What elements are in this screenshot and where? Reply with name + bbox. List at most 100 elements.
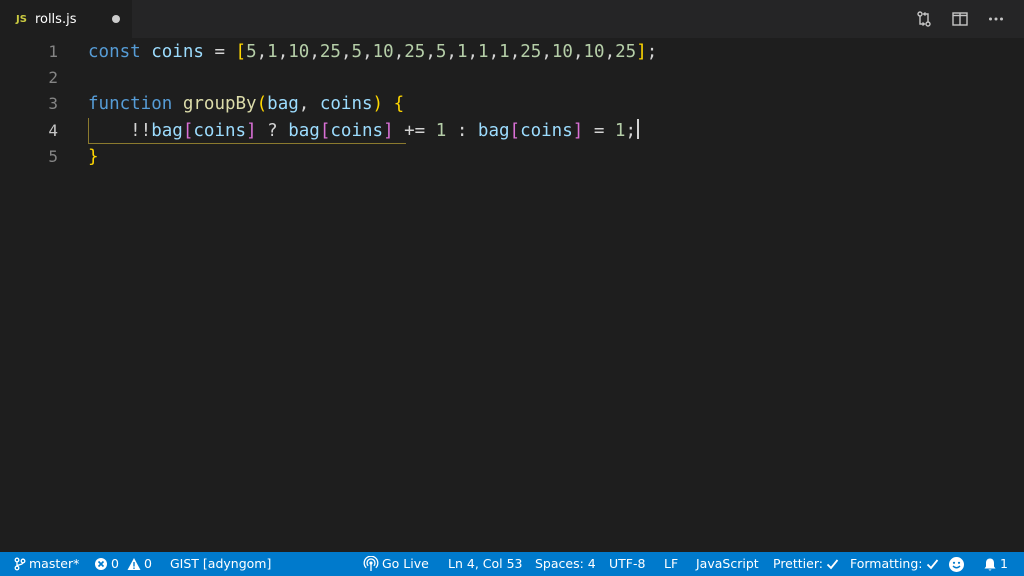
feedback-button[interactable]: [948, 552, 968, 576]
code-token: ]: [383, 121, 394, 141]
code-token: {: [393, 94, 405, 114]
code-token: ,: [256, 42, 268, 62]
indentation-item[interactable]: Spaces: 4: [535, 552, 596, 576]
prettier-label: Prettier:: [773, 556, 823, 571]
code-token: 25: [520, 42, 542, 62]
broadcast-icon: [363, 556, 379, 571]
gist-label: GIST [adyngom]: [170, 556, 272, 571]
warning-icon: [127, 558, 141, 570]
code-token: coins: [520, 121, 573, 141]
code-token: [: [509, 121, 521, 141]
code-token: !!: [88, 121, 152, 141]
encoding-item[interactable]: UTF-8: [609, 552, 645, 576]
line-number: 4: [48, 121, 58, 140]
go-live-item[interactable]: Go Live: [363, 552, 429, 576]
code-token: ,: [572, 42, 584, 62]
code-line[interactable]: 1 const coins = [5,1,10,25,5,10,25,5,1,1…: [0, 39, 1024, 65]
formatting-item[interactable]: Formatting:: [850, 552, 942, 576]
code-token: ]: [246, 121, 257, 141]
tab-rolls-js[interactable]: JS rolls.js: [0, 0, 132, 38]
code-token: ,: [446, 42, 457, 62]
cursor-position-label: Ln 4, Col 53: [448, 556, 523, 571]
code-token: 1: [478, 42, 489, 62]
unsaved-changes-dot-icon[interactable]: [112, 15, 120, 23]
go-live-label: Go Live: [382, 556, 429, 571]
split-editor-button[interactable]: [942, 0, 978, 38]
code-token: bag: [477, 121, 510, 141]
code-token: ]: [572, 121, 584, 141]
git-branch-icon: [14, 557, 26, 571]
cursor-position-item[interactable]: Ln 4, Col 53: [448, 552, 523, 576]
code-token: 10: [583, 42, 605, 62]
code-token: =: [203, 42, 236, 62]
warning-count: 0: [143, 556, 152, 571]
code-text[interactable]: const coins = [5,1,10,25,5,10,25,5,1,1,1…: [88, 39, 657, 65]
code-token: 25: [319, 42, 341, 62]
code-text[interactable]: !!bag[coins] ? bag[coins] += 1 : bag[coi…: [88, 118, 640, 144]
code-token: function: [88, 94, 173, 114]
problems-item[interactable]: 0 0: [94, 552, 152, 576]
language-mode-item[interactable]: JavaScript: [696, 552, 759, 576]
code-token: 1: [435, 121, 447, 141]
code-text[interactable]: }: [88, 144, 99, 170]
code-token: ;: [625, 121, 637, 141]
code-token: ;: [646, 42, 658, 62]
eol-label: LF: [664, 556, 679, 571]
line-number: 1: [48, 42, 58, 61]
code-token: ,: [393, 42, 405, 62]
error-icon: [95, 558, 107, 570]
code-token: bag: [267, 94, 299, 114]
open-changes-button[interactable]: [906, 0, 942, 38]
code-line[interactable]: 3 function groupBy(bag, coins) {: [0, 91, 1024, 117]
code-token: +=: [393, 121, 436, 141]
code-token: ): [372, 94, 384, 114]
ellipsis-icon: [989, 17, 1003, 21]
text-cursor: [637, 119, 640, 139]
notifications-item[interactable]: 1: [983, 552, 1008, 576]
code-token: ,: [298, 94, 320, 114]
code-text[interactable]: function groupBy(bag, coins) {: [88, 91, 404, 117]
code-token: ,: [509, 42, 521, 62]
code-token: ,: [467, 42, 479, 62]
gist-item[interactable]: GIST [adyngom]: [170, 552, 271, 576]
code-line-active[interactable]: 4 !!bag[coins] ? bag[coins] += 1 : bag[c…: [0, 118, 1024, 144]
branch-label: master*: [29, 556, 80, 571]
prettier-item[interactable]: Prettier:: [773, 552, 842, 576]
git-branch-item[interactable]: master*: [14, 552, 79, 576]
code-token: 5: [246, 42, 257, 62]
code-token: [: [182, 121, 194, 141]
error-count: 0: [111, 556, 119, 571]
code-token: 10: [551, 42, 573, 62]
code-token: }: [88, 147, 99, 167]
code-token: ,: [362, 42, 373, 62]
editor-actions: [906, 0, 1014, 38]
more-actions-button[interactable]: [978, 0, 1014, 38]
code-token: 25: [404, 42, 426, 62]
encoding-label: UTF-8: [609, 556, 646, 571]
code-token: (: [256, 94, 268, 114]
line-number: 2: [48, 68, 58, 87]
code-token: bag: [151, 121, 183, 141]
code-token: ,: [541, 42, 552, 62]
code-editor[interactable]: 1 const coins = [5,1,10,25,5,10,25,5,1,1…: [0, 38, 1024, 552]
code-token: ,: [340, 42, 352, 62]
code-token: :: [446, 121, 478, 141]
code-token: coins: [319, 94, 373, 114]
split-editor-icon: [952, 12, 968, 26]
code-token: 10: [288, 42, 310, 62]
code-token: groupBy: [182, 94, 257, 114]
code-token: 1: [267, 42, 278, 62]
indentation-label: Spaces: 4: [535, 556, 596, 571]
tab-bar: JS rolls.js: [0, 0, 1024, 38]
code-line[interactable]: 5 }: [0, 144, 1024, 170]
code-line[interactable]: 2: [0, 65, 1024, 91]
notification-count: 1: [1000, 556, 1008, 571]
eol-item[interactable]: LF: [664, 552, 678, 576]
smiley-icon: [949, 556, 964, 572]
code-token: 1: [614, 121, 626, 141]
language-label: JavaScript: [696, 556, 759, 571]
code-token: ,: [277, 42, 289, 62]
code-token: ,: [488, 42, 500, 62]
